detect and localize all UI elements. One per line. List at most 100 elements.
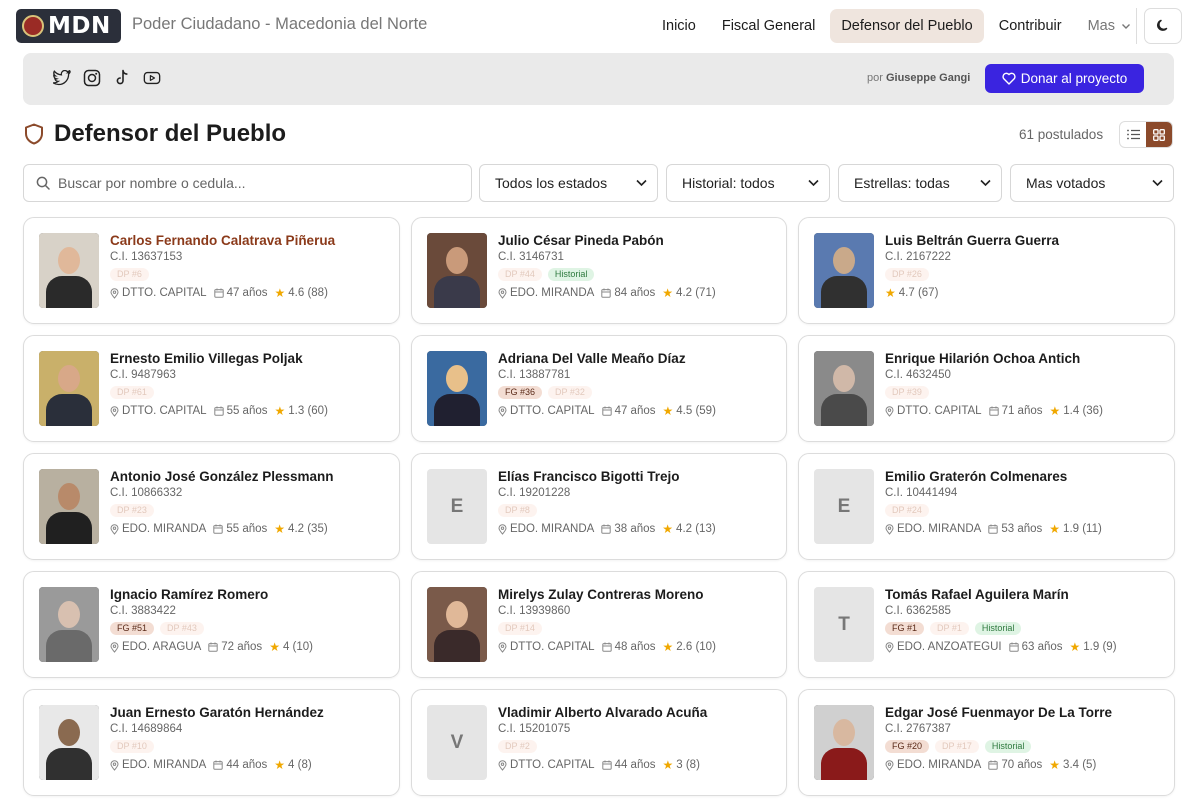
rating-text: 4.7 (67) bbox=[898, 287, 939, 299]
candidate-card[interactable]: V Vladimir Alberto Alvarado Acuña C.I. 1… bbox=[411, 689, 787, 796]
youtube-icon[interactable] bbox=[143, 69, 161, 87]
nav-divider bbox=[1136, 8, 1137, 44]
candidate-name[interactable]: Juan Ernesto Garatón Hernández bbox=[110, 705, 391, 720]
star-icon: ★ bbox=[662, 404, 674, 418]
historial-select[interactable]: Historial: todos bbox=[666, 164, 830, 202]
rating-text: 3 (8) bbox=[676, 759, 700, 771]
logo-text: MDN bbox=[48, 13, 111, 39]
candidate-card[interactable]: Luis Beltrán Guerra Guerra C.I. 2167222 … bbox=[798, 217, 1175, 324]
twitter-icon[interactable] bbox=[53, 69, 71, 87]
estrellas-select[interactable]: Estrellas: todas bbox=[838, 164, 1002, 202]
age-text: 44 años bbox=[614, 759, 656, 771]
age-text: 38 años bbox=[614, 523, 656, 535]
search-input[interactable] bbox=[58, 175, 438, 191]
candidate-name[interactable]: Vladimir Alberto Alvarado Acuña bbox=[498, 705, 778, 720]
nav-defensor-del-pueblo[interactable]: Defensor del Pueblo bbox=[830, 9, 984, 43]
candidate-tags: FG #51 DP #43 bbox=[110, 621, 391, 635]
tiktok-icon[interactable] bbox=[113, 69, 131, 87]
candidate-name[interactable]: Edgar José Fuenmayor De La Torre bbox=[885, 705, 1166, 720]
nav-inicio[interactable]: Inicio bbox=[651, 9, 707, 43]
rating-text: 3.4 (5) bbox=[1063, 759, 1097, 771]
estrellas-select-value: Estrellas: todas bbox=[854, 175, 950, 191]
candidate-ci: C.I. 2167222 bbox=[885, 251, 951, 263]
candidate-info: Tomás Rafael Aguilera Marín C.I. 6362585… bbox=[885, 587, 1166, 654]
nav-fiscal-general[interactable]: Fiscal General bbox=[711, 9, 826, 43]
candidate-photo bbox=[39, 469, 99, 544]
candidate-photo bbox=[427, 351, 487, 426]
star-icon: ★ bbox=[885, 286, 896, 300]
candidate-tag-dp: DP #6 bbox=[110, 267, 149, 281]
candidate-name[interactable]: Ernesto Emilio Villegas Poljak bbox=[110, 351, 391, 366]
location-text: EDO. MIRANDA bbox=[122, 523, 207, 535]
candidate-name[interactable]: Elías Francisco Bigotti Trejo bbox=[498, 469, 778, 484]
candidate-location: EDO. MIRANDA bbox=[498, 523, 594, 535]
age-text: 70 años bbox=[1001, 759, 1043, 771]
candidate-rating: ★ 4.6 (88) bbox=[275, 286, 328, 300]
site-logo[interactable]: MDN bbox=[16, 9, 121, 43]
candidate-card[interactable]: Mirelys Zulay Contreras Moreno C.I. 1393… bbox=[411, 571, 787, 678]
chevron-down-icon bbox=[1122, 24, 1130, 29]
candidate-card[interactable]: T Tomás Rafael Aguilera Marín C.I. 63625… bbox=[798, 571, 1175, 678]
candidate-card[interactable]: Adriana Del Valle Meaño Díaz C.I. 138877… bbox=[411, 335, 787, 442]
social-icons bbox=[53, 69, 161, 87]
candidate-card[interactable]: Edgar José Fuenmayor De La Torre C.I. 27… bbox=[798, 689, 1175, 796]
candidate-name[interactable]: Luis Beltrán Guerra Guerra bbox=[885, 233, 1166, 248]
candidate-rating: ★ 1.4 (36) bbox=[1050, 404, 1103, 418]
calendar-icon bbox=[988, 406, 999, 416]
calendar-icon bbox=[1008, 642, 1019, 652]
candidate-name[interactable]: Ignacio Ramírez Romero bbox=[110, 587, 391, 602]
candidate-meta: DTTO. CAPITAL 47 años ★ 4.6 (88) bbox=[110, 286, 391, 300]
candidate-age: 72 años bbox=[208, 641, 262, 653]
candidate-name[interactable]: Enrique Hilarión Ochoa Antich bbox=[885, 351, 1166, 366]
candidate-photo bbox=[814, 351, 874, 426]
instagram-icon[interactable] bbox=[83, 69, 101, 87]
age-text: 63 años bbox=[1021, 641, 1063, 653]
candidate-card[interactable]: Antonio José González Plessmann C.I. 108… bbox=[23, 453, 400, 560]
candidate-meta: EDO. ANZOATEGUI 63 años ★ 1.9 (9) bbox=[885, 640, 1166, 654]
candidate-name[interactable]: Tomás Rafael Aguilera Marín bbox=[885, 587, 1166, 602]
candidate-card[interactable]: E Emilio Graterón Colmenares C.I. 104414… bbox=[798, 453, 1175, 560]
candidate-tag-fg: FG #20 bbox=[885, 739, 930, 753]
donate-button[interactable]: Donar al proyecto bbox=[985, 64, 1144, 93]
age-text: 47 años bbox=[226, 287, 268, 299]
candidate-tags: FG #1 DP #1 Historial bbox=[885, 621, 1166, 635]
candidate-name[interactable]: Adriana Del Valle Meaño Díaz bbox=[498, 351, 778, 366]
candidate-name[interactable]: Mirelys Zulay Contreras Moreno bbox=[498, 587, 778, 602]
nav-more-label: Mas bbox=[1087, 18, 1115, 34]
star-icon: ★ bbox=[662, 522, 674, 536]
candidate-name[interactable]: Julio César Pineda Pabón bbox=[498, 233, 778, 248]
location-text: EDO. ARAGUA bbox=[122, 641, 202, 653]
candidate-name[interactable]: Emilio Graterón Colmenares bbox=[885, 469, 1166, 484]
calendar-icon bbox=[213, 406, 224, 416]
candidate-ci: C.I. 10441494 bbox=[885, 487, 958, 499]
candidate-meta: DTTO. CAPITAL 48 años ★ 2.6 (10) bbox=[498, 640, 778, 654]
calendar-icon bbox=[988, 524, 999, 534]
candidate-card[interactable]: E Elías Francisco Bigotti Trejo C.I. 192… bbox=[411, 453, 787, 560]
star-icon: ★ bbox=[662, 758, 674, 772]
candidate-card[interactable]: Carlos Fernando Calatrava Piñerua C.I. 1… bbox=[23, 217, 400, 324]
sort-select[interactable]: Mas votados bbox=[1010, 164, 1174, 202]
candidate-card[interactable]: Enrique Hilarión Ochoa Antich C.I. 46324… bbox=[798, 335, 1175, 442]
age-text: 84 años bbox=[614, 287, 656, 299]
grid-view-button[interactable] bbox=[1146, 122, 1172, 147]
candidate-name[interactable]: Antonio José González Plessmann bbox=[110, 469, 391, 484]
map-pin-icon bbox=[498, 523, 507, 535]
candidate-avatar-initial: T bbox=[814, 587, 874, 662]
candidate-age: 44 años bbox=[213, 759, 267, 771]
candidate-card[interactable]: Julio César Pineda Pabón C.I. 3146731 DP… bbox=[411, 217, 787, 324]
candidate-rating: ★ 4.7 (67) bbox=[885, 286, 938, 300]
estado-select[interactable]: Todos los estados bbox=[479, 164, 658, 202]
candidate-card[interactable]: Ernesto Emilio Villegas Poljak C.I. 9487… bbox=[23, 335, 400, 442]
calendar-icon bbox=[601, 288, 612, 298]
candidate-card[interactable]: Ignacio Ramírez Romero C.I. 3883422 FG #… bbox=[23, 571, 400, 678]
candidate-rating: ★ 4.5 (59) bbox=[663, 404, 716, 418]
candidate-grid: Carlos Fernando Calatrava Piñerua C.I. 1… bbox=[23, 217, 1175, 796]
candidate-name[interactable]: Carlos Fernando Calatrava Piñerua bbox=[110, 233, 391, 248]
theme-toggle-button[interactable] bbox=[1144, 8, 1182, 44]
nav-contribuir[interactable]: Contribuir bbox=[988, 9, 1073, 43]
nav-more-menu[interactable]: Mas bbox=[1077, 9, 1142, 43]
list-view-button[interactable] bbox=[1120, 122, 1146, 147]
candidate-card[interactable]: Juan Ernesto Garatón Hernández C.I. 1468… bbox=[23, 689, 400, 796]
star-icon: ★ bbox=[274, 522, 286, 536]
byline-author[interactable]: Giuseppe Gangi bbox=[886, 72, 970, 84]
